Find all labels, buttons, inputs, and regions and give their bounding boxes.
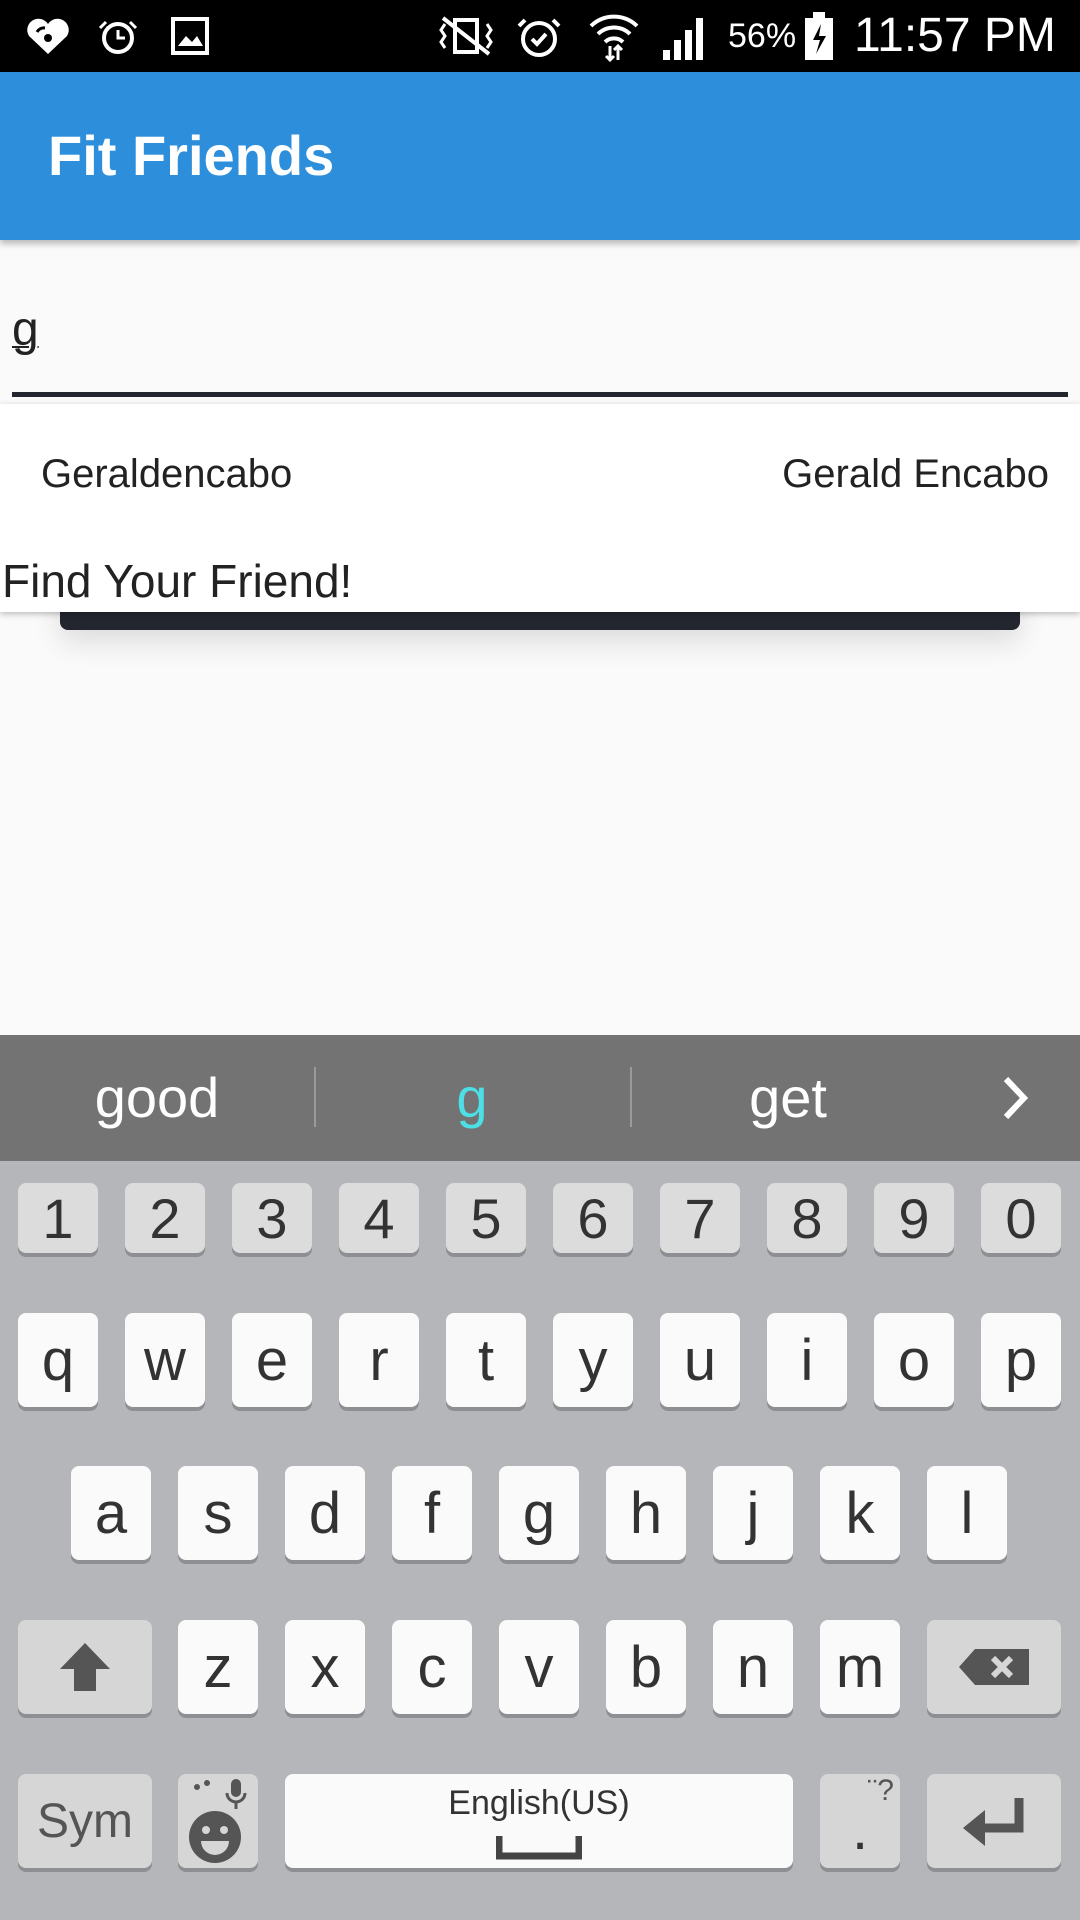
key-t[interactable]: t [446, 1313, 526, 1407]
key-p[interactable]: p [981, 1313, 1061, 1407]
key-c[interactable]: c [392, 1620, 472, 1714]
prediction-g[interactable]: g [316, 1035, 628, 1161]
key-r[interactable]: r [339, 1313, 419, 1407]
battery-percent: 56% [728, 17, 797, 55]
key-h[interactable]: h [606, 1466, 686, 1560]
sym-key[interactable]: Sym [18, 1774, 152, 1868]
period-key[interactable]: ¨? . [820, 1774, 900, 1868]
key-3[interactable]: 3 [232, 1183, 312, 1253]
key-g[interactable]: g [499, 1466, 579, 1560]
shift-key[interactable] [18, 1620, 152, 1714]
key-y[interactable]: y [553, 1313, 633, 1407]
search-input-value[interactable]: g [12, 302, 39, 357]
key-q[interactable]: q [18, 1313, 98, 1407]
key-v[interactable]: v [499, 1620, 579, 1714]
suggestions-dropdown: Geraldencabo Gerald Encabo Find Your Fri… [0, 404, 1080, 612]
key-k[interactable]: k [820, 1466, 900, 1560]
vibrate-mute-icon [430, 10, 502, 62]
key-2[interactable]: 2 [125, 1183, 205, 1253]
key-w[interactable]: w [125, 1313, 205, 1407]
status-bar: 56% 11:57 PM [0, 0, 1080, 72]
find-friend-label: Find Your Friend! [2, 555, 353, 607]
key-b[interactable]: b [606, 1620, 686, 1714]
key-o[interactable]: o [874, 1313, 954, 1407]
backspace-icon [959, 1649, 1029, 1685]
key-x[interactable]: x [285, 1620, 365, 1714]
signal-icon [660, 10, 712, 62]
prediction-get[interactable]: get [632, 1035, 944, 1161]
suggestion-username: Geraldencabo [41, 452, 293, 496]
key-l[interactable]: l [927, 1466, 1007, 1560]
key-d[interactable]: d [285, 1466, 365, 1560]
key-0[interactable]: 0 [981, 1183, 1061, 1253]
key-i[interactable]: i [767, 1313, 847, 1407]
battery-icon [802, 10, 836, 62]
key-7[interactable]: 7 [660, 1183, 740, 1253]
suggestion-item[interactable]: Geraldencabo Gerald Encabo [0, 404, 1080, 550]
prediction-good[interactable]: good [0, 1035, 314, 1161]
key-1[interactable]: 1 [18, 1183, 98, 1253]
app-title: Fit Friends [48, 124, 335, 187]
emoji-icon [189, 1779, 247, 1863]
emoji-key[interactable] [178, 1774, 258, 1868]
key-4[interactable]: 4 [339, 1183, 419, 1253]
key-n[interactable]: n [713, 1620, 793, 1714]
key-z[interactable]: z [178, 1620, 258, 1714]
search-underline [12, 392, 1068, 397]
key-9[interactable]: 9 [874, 1183, 954, 1253]
period-label: . [851, 1796, 869, 1862]
app-bar: Fit Friends [0, 72, 1080, 240]
key-j[interactable]: j [713, 1466, 793, 1560]
keyboard: 1 2 3 4 5 6 7 8 9 0 q w e r t y u i o p … [0, 1161, 1080, 1920]
key-f[interactable]: f [392, 1466, 472, 1560]
chevron-right-icon[interactable] [990, 1073, 1040, 1123]
wifi-icon [586, 10, 642, 62]
space-bar-icon [496, 1836, 582, 1860]
enter-key[interactable] [927, 1774, 1061, 1868]
alarm-clock-icon [96, 10, 140, 62]
clock: 11:57 PM [854, 9, 1056, 62]
space-language-label: English(US) [448, 1784, 630, 1822]
alt-chars-hint: ¨? [867, 1774, 894, 1807]
suggestion-full-name: Gerald Encabo [782, 452, 1049, 496]
key-5[interactable]: 5 [446, 1183, 526, 1253]
key-e[interactable]: e [232, 1313, 312, 1407]
key-6[interactable]: 6 [553, 1183, 633, 1253]
key-8[interactable]: 8 [767, 1183, 847, 1253]
key-u[interactable]: u [660, 1313, 740, 1407]
key-m[interactable]: m [820, 1620, 900, 1714]
alarm-icon [514, 10, 564, 62]
shift-arrow-icon [60, 1643, 110, 1691]
key-a[interactable]: a [71, 1466, 151, 1560]
space-key[interactable]: English(US) [285, 1774, 793, 1868]
backspace-key[interactable] [927, 1620, 1061, 1714]
iheartradio-icon [20, 10, 76, 62]
keyboard-prediction-strip: good g get [0, 1035, 1080, 1161]
enter-icon [963, 1798, 1024, 1846]
gallery-icon [168, 10, 212, 62]
key-s[interactable]: s [178, 1466, 258, 1560]
friend-search-field[interactable]: g [12, 282, 1068, 400]
